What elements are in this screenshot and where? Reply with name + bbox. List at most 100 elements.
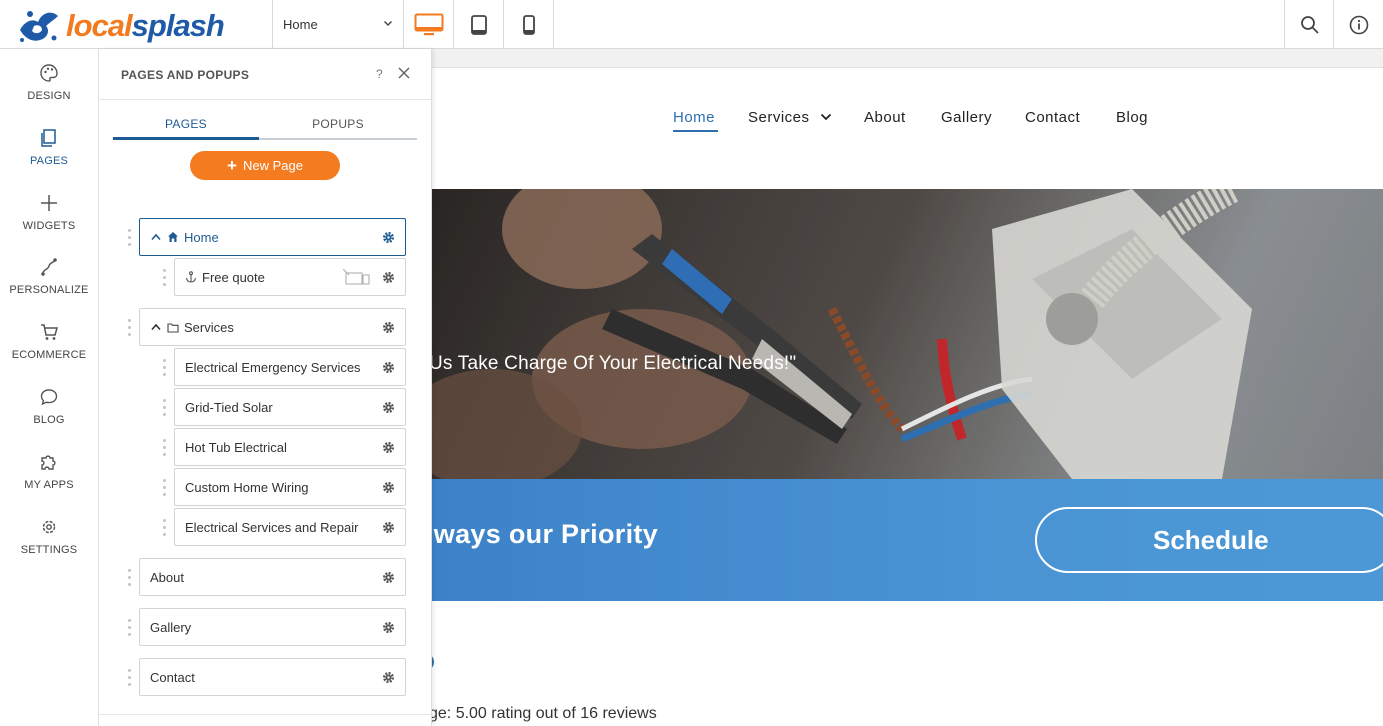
site-nav-about[interactable]: About [864,109,906,126]
home-icon [168,232,178,242]
info-button[interactable] [1334,0,1383,49]
rail-label: WIDGETS [22,220,76,232]
rail-item-design[interactable]: DESIGN [0,63,98,123]
panel-title: PAGES AND POPUPS [121,68,250,82]
page-row-contact[interactable]: Contact [139,658,406,696]
page-row-about[interactable]: About [139,558,406,596]
site-nav-blog[interactable]: Blog [1116,109,1148,126]
chevron-up-icon[interactable] [151,323,161,331]
pages-icon [41,129,56,147]
drag-handle-icon[interactable] [163,269,169,287]
gear-icon[interactable] [382,441,395,454]
drag-handle-icon[interactable] [128,669,134,687]
page-row-custom-home-wiring[interactable]: Custom Home Wiring [174,468,406,506]
tablet-view-button[interactable] [454,0,504,49]
personalize-icon [41,258,57,276]
gear-icon[interactable] [382,321,395,334]
splash-logo-icon [20,11,58,42]
site-nav-active-underline [673,130,718,132]
palette-icon [40,64,58,82]
page-row-services[interactable]: Services [139,308,406,346]
rail-item-blog[interactable]: BLOG [0,387,98,447]
close-icon[interactable] [397,66,411,80]
electrician-photo [432,189,1383,479]
rail-item-personalize[interactable]: PERSONALIZE [0,257,98,317]
cart-icon [41,324,58,340]
desktop-view-button[interactable] [404,0,454,49]
tab-pages[interactable]: PAGES [113,117,259,131]
anchor-icon [185,271,197,283]
drag-handle-icon[interactable] [163,399,169,417]
page-row-grid-tied-solar[interactable]: Grid-Tied Solar [174,388,406,426]
search-button[interactable] [1285,0,1334,49]
page-name: Free quote [202,269,265,285]
site-nav-gallery[interactable]: Gallery [941,109,992,126]
site-nav-services[interactable]: Services [748,109,832,126]
website-preview-canvas[interactable]: Home Services About Gallery Contact Blog [432,49,1383,726]
drag-handle-icon[interactable] [128,619,134,637]
gear-icon[interactable] [382,521,395,534]
desktop-icon [414,13,444,35]
drag-handle-icon[interactable] [128,319,134,337]
info-icon [1349,15,1368,34]
page-row-hot-tub-electrical[interactable]: Hot Tub Electrical [174,428,406,466]
chevron-down-icon [384,21,392,26]
drag-handle-icon[interactable] [163,359,169,377]
localsplash-logo[interactable]: localsplash [14,4,270,46]
site-nav-contact[interactable]: Contact [1025,109,1080,126]
rating-summary-text: ge: 5.00 rating out of 16 reviews [432,705,657,722]
drag-handle-icon[interactable] [163,519,169,537]
site-nav-home[interactable]: Home [673,109,715,126]
page-row-home[interactable]: Home [139,218,406,256]
rail-item-my-apps[interactable]: MY APPS [0,452,98,512]
drag-handle-icon[interactable] [128,229,134,247]
gear-icon[interactable] [382,401,395,414]
hidden-devices-icon [343,269,370,285]
hero-image-section[interactable]: Us Take Charge Of Your Electrical Needs!… [432,189,1383,479]
logo-text-splash: splash [131,8,225,43]
top-toolbar: localsplash Home [0,0,1383,49]
chevron-up-icon[interactable] [151,233,161,241]
gear-icon[interactable] [382,361,395,374]
page-row-electrical-emergency-services[interactable]: Electrical Emergency Services [174,348,406,386]
rail-item-widgets[interactable]: WIDGETS [0,193,98,253]
gear-icon[interactable] [382,481,395,494]
drag-handle-icon[interactable] [163,439,169,457]
page-name: Custom Home Wiring [185,479,309,495]
logo-wordmark: localsplash [66,8,225,44]
gear-icon[interactable] [382,621,395,634]
mobile-view-button[interactable] [504,0,554,49]
page-row-gallery[interactable]: Gallery [139,608,406,646]
rail-item-pages[interactable]: PAGES [0,128,98,188]
rail-item-settings[interactable]: SETTINGS [0,517,98,577]
schedule-button[interactable]: Schedule [1035,507,1383,573]
gear-icon[interactable] [382,571,395,584]
cta-band-text: lways our Priority [432,519,658,549]
page-row-free-quote[interactable]: Free quote [174,258,406,296]
plus-icon [41,195,57,211]
page-name: Grid-Tied Solar [185,399,273,415]
drag-handle-icon[interactable] [163,479,169,497]
page-name: Hot Tub Electrical [185,439,287,455]
gear-icon[interactable] [382,671,395,684]
pages-and-popups-panel: PAGES AND POPUPS ? PAGES POPUPS + New Pa… [99,49,432,726]
rail-label: MY APPS [24,479,74,491]
gear-icon[interactable] [382,271,395,284]
page-selector-dropdown[interactable]: Home [273,0,403,49]
new-page-button[interactable]: + New Page [190,151,340,180]
gear-icon[interactable] [382,231,395,244]
tab-popups[interactable]: POPUPS [265,117,411,131]
panel-footer-divider [99,714,432,715]
new-page-label: New Page [242,158,303,173]
page-name: Contact [150,669,195,685]
page-row-electrical-services-and-repair[interactable]: Electrical Services and Repair [174,508,406,546]
mobile-icon [523,14,535,35]
rail-item-ecommerce[interactable]: ECOMMERCE [0,322,98,382]
help-icon[interactable]: ? [376,67,383,81]
plus-icon: + [227,156,237,175]
search-icon [1300,15,1319,34]
cta-band: lways our Priority Schedule [432,479,1383,601]
drag-handle-icon[interactable] [128,569,134,587]
left-nav-rail: DESIGN PAGES WIDGETS PERSONALIZE ECOMMER… [0,49,99,726]
chevron-down-icon [821,113,832,121]
